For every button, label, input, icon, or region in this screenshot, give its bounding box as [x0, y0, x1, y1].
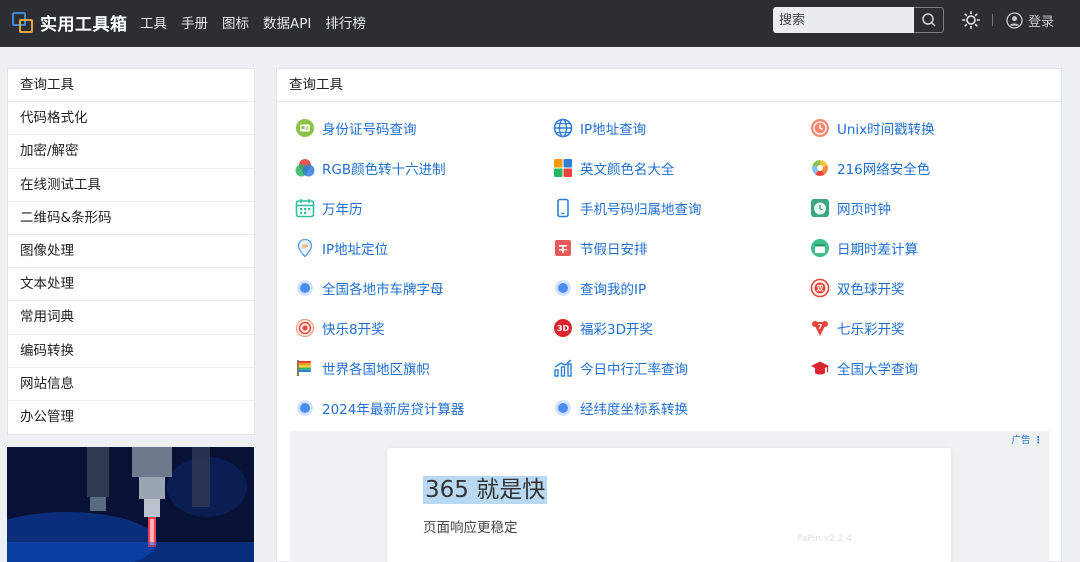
sidebar-item-query-tools[interactable]: 查询工具: [8, 69, 254, 103]
seven-lottery-icon: 7: [810, 318, 830, 338]
tool-phone-location[interactable]: 手机号码归属地查询: [553, 197, 702, 219]
sidebar-item-code-format[interactable]: 代码格式化: [8, 102, 254, 136]
nav-item-data-api[interactable]: 数据API: [263, 12, 311, 32]
logo-icon: [12, 11, 34, 34]
svg-text:双: 双: [817, 285, 824, 293]
sidebar-item-encoding[interactable]: 编码转换: [8, 335, 254, 368]
search-input[interactable]: [773, 7, 914, 33]
flag-icon: [295, 358, 315, 378]
holiday-icon: [553, 238, 573, 258]
login-label: 登录: [1028, 15, 1055, 30]
location-pin-icon: IP: [295, 238, 315, 258]
search-button[interactable]: [914, 7, 944, 33]
tool-double-color-ball[interactable]: 双 双色球开奖: [810, 277, 905, 299]
graduation-cap-icon: [810, 358, 830, 378]
tool-boc-exchange-rate[interactable]: 今日中行汇率查询: [553, 357, 688, 379]
phone-icon: [553, 198, 573, 218]
rgb-circles-icon: [295, 158, 315, 178]
sidebar-item-site-info[interactable]: 网站信息: [8, 368, 254, 401]
nav-item-tools[interactable]: 工具: [140, 12, 167, 32]
tools-panel: 查询工具 身份证号码查询 IP地址查询 Unix时间戳转换 RGB颜色转十六进制…: [276, 68, 1062, 562]
ad-card[interactable]: 365 就是快 页面响应更稳定 PaPin v2.2.4: [387, 448, 951, 562]
color-grid-icon: [553, 158, 573, 178]
dot-icon: [553, 278, 573, 298]
bar-chart-icon: [553, 358, 573, 378]
tool-perpetual-calendar[interactable]: 万年历: [295, 197, 363, 219]
tool-web-clock[interactable]: 网页时钟: [810, 197, 891, 219]
tool-happy-8[interactable]: 快乐8开奖: [295, 317, 385, 339]
sun-icon[interactable]: [962, 11, 980, 29]
dot-icon: [553, 398, 573, 418]
more-vertical-icon: ⋮: [1033, 435, 1044, 446]
3d-lottery-icon: 3D: [553, 318, 573, 338]
ad-watermark: PaPin v2.2.4: [797, 534, 853, 544]
sidebar-item-dictionary[interactable]: 常用词典: [8, 301, 254, 335]
user-icon: [1006, 12, 1023, 29]
tool-holiday-schedule[interactable]: 节假日安排: [553, 237, 648, 259]
tool-english-color-names[interactable]: 英文颜色名大全: [553, 157, 675, 179]
svg-text:IP: IP: [302, 245, 308, 251]
sidebar-item-qr-barcode[interactable]: 二维码&条形码: [8, 202, 254, 235]
svg-text:3D: 3D: [557, 324, 570, 333]
tool-ip-query[interactable]: IP地址查询: [553, 117, 646, 139]
tool-id-card-query[interactable]: 身份证号码查询: [295, 117, 417, 139]
sidebar-item-online-test[interactable]: 在线测试工具: [8, 169, 254, 202]
tool-date-difference[interactable]: 日期时差计算: [810, 237, 918, 259]
web-clock-icon: [810, 198, 830, 218]
nav-item-manual[interactable]: 手册: [181, 12, 208, 32]
panel-title: 查询工具: [277, 69, 1061, 102]
tool-rgb-to-hex[interactable]: RGB颜色转十六进制: [295, 157, 446, 179]
top-navbar: 实用工具箱 工具 手册 图标 数据API 排行榜 登录: [0, 0, 1080, 47]
search-icon: [921, 13, 936, 27]
globe-icon: [553, 118, 573, 138]
tool-license-plate-letters[interactable]: 全国各地市车牌字母: [295, 277, 444, 299]
tool-mortgage-calculator[interactable]: 2024年最新房贷计算器: [295, 397, 464, 419]
svg-text:7: 7: [818, 323, 823, 331]
search-box: [773, 7, 944, 33]
sidebar-banner-image[interactable]: [7, 447, 254, 562]
calendar-icon: [295, 198, 315, 218]
tool-my-ip[interactable]: 查询我的IP: [553, 277, 646, 299]
ad-banner[interactable]: 广告 ⋮ 365 就是快 页面响应更稳定 PaPin v2.2.4: [290, 431, 1049, 562]
dot-icon: [295, 398, 315, 418]
tool-university-query[interactable]: 全国大学查询: [810, 357, 918, 379]
ad-subline: 页面响应更稳定: [423, 520, 518, 536]
login-button[interactable]: 登录: [1006, 11, 1054, 30]
ad-headline: 365 就是快: [423, 476, 548, 504]
color-wheel-icon: [810, 158, 830, 178]
site-title: 实用工具箱: [40, 15, 128, 35]
ad-tag[interactable]: 广告 ⋮: [1011, 432, 1043, 446]
tool-coordinate-conversion[interactable]: 经纬度坐标系转换: [553, 397, 688, 419]
id-card-icon: [295, 118, 315, 138]
tool-world-flags[interactable]: 世界各国地区旗帜: [295, 357, 430, 379]
target-icon: [295, 318, 315, 338]
lottery-ball-icon: 双: [810, 278, 830, 298]
nav-item-ranking[interactable]: 排行榜: [325, 12, 366, 32]
top-nav: 工具 手册 图标 数据API 排行榜: [140, 12, 380, 32]
sidebar-item-office[interactable]: 办公管理: [8, 401, 254, 434]
sidebar-item-encrypt[interactable]: 加密/解密: [8, 135, 254, 169]
sidebar-item-text[interactable]: 文本处理: [8, 268, 254, 302]
site-logo[interactable]: 实用工具箱: [12, 10, 128, 35]
header-divider: [992, 14, 993, 26]
category-sidebar: 查询工具 代码格式化 加密/解密 在线测试工具 二维码&条形码 图像处理 文本处…: [7, 68, 255, 436]
tool-216-web-safe-colors[interactable]: 216网络安全色: [810, 157, 930, 179]
tool-ip-location[interactable]: IP IP地址定位: [295, 237, 388, 259]
date-diff-icon: [810, 238, 830, 258]
tool-seven-lottery[interactable]: 7 七乐彩开奖: [810, 317, 905, 339]
tool-fucai-3d[interactable]: 3D 福彩3D开奖: [553, 317, 653, 339]
dot-icon: [295, 278, 315, 298]
clock-icon: [810, 118, 830, 138]
nav-item-icons[interactable]: 图标: [222, 12, 249, 32]
tool-unix-timestamp[interactable]: Unix时间戳转换: [810, 117, 935, 139]
sidebar-item-image[interactable]: 图像处理: [8, 235, 254, 269]
